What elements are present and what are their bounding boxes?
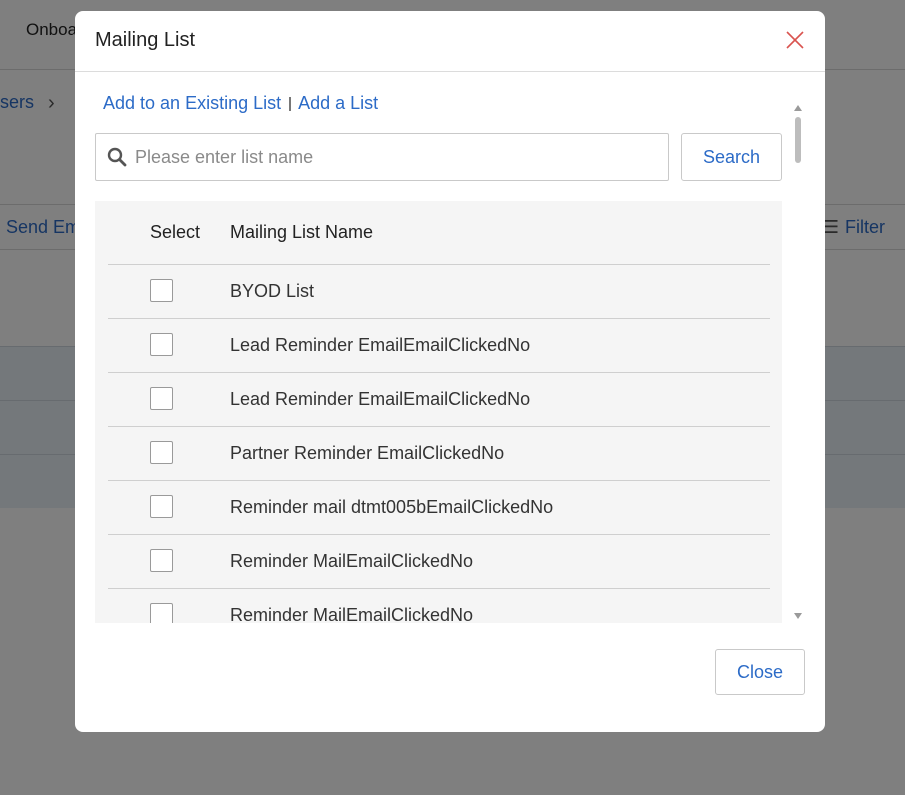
row-select-checkbox[interactable] bbox=[150, 603, 173, 623]
mailing-list-name: Reminder MailEmailClickedNo bbox=[230, 605, 474, 623]
mailing-list-name: Lead Reminder EmailEmailClickedNo bbox=[230, 389, 531, 409]
close-button[interactable]: Close bbox=[715, 649, 805, 695]
table-body: BYOD List Lead Reminder EmailEmailClicked… bbox=[108, 265, 770, 623]
row-select-checkbox[interactable] bbox=[150, 279, 173, 302]
mailing-list-name: Reminder MailEmailClickedNo bbox=[230, 551, 474, 571]
dialog-title: Mailing List bbox=[95, 29, 196, 51]
table-header: Select Mailing List Name bbox=[108, 201, 770, 265]
row-select-checkbox[interactable] bbox=[150, 549, 173, 572]
dialog-body: Add to an Existing List Add a List Searc… bbox=[75, 73, 825, 623]
row-select-checkbox[interactable] bbox=[150, 333, 173, 356]
mailing-list-name: Partner Reminder EmailClickedNo bbox=[230, 443, 505, 463]
close-icon[interactable] bbox=[783, 28, 807, 52]
row-select-checkbox[interactable] bbox=[150, 387, 173, 410]
mailing-list-name: Lead Reminder EmailEmailClickedNo bbox=[230, 335, 531, 355]
search-box bbox=[95, 133, 669, 181]
table-row: Lead Reminder EmailEmailClickedNo bbox=[108, 319, 770, 373]
list-tabs: Add to an Existing List Add a List bbox=[103, 93, 378, 114]
scroll-up-arrow-icon[interactable] bbox=[794, 105, 802, 111]
table-row: Reminder mail dtmt005bEmailClickedNo bbox=[108, 481, 770, 535]
column-header-name: Mailing List Name bbox=[230, 222, 374, 242]
table-row: Reminder MailEmailClickedNo bbox=[108, 535, 770, 589]
tab-divider bbox=[289, 96, 292, 111]
mailing-list-dialog: Mailing List Add to an Existing List Add… bbox=[75, 11, 825, 732]
tab-add-existing-list[interactable]: Add to an Existing List bbox=[103, 93, 281, 114]
scroll-down-arrow-icon[interactable] bbox=[794, 613, 802, 619]
column-header-select: Select bbox=[150, 222, 201, 242]
scrollbar[interactable] bbox=[791, 105, 805, 623]
dialog-header: Mailing List bbox=[75, 11, 825, 72]
row-select-checkbox[interactable] bbox=[150, 495, 173, 518]
mailing-list-name: Reminder mail dtmt005bEmailClickedNo bbox=[230, 497, 554, 517]
row-select-checkbox[interactable] bbox=[150, 441, 173, 464]
scroll-thumb[interactable] bbox=[795, 117, 801, 163]
search-input[interactable] bbox=[135, 146, 635, 168]
search-button[interactable]: Search bbox=[681, 133, 782, 181]
mailing-list-table: Select Mailing List Name BYOD List Lead R… bbox=[95, 201, 782, 623]
table-row: Partner Reminder EmailClickedNo bbox=[108, 427, 770, 481]
table-row: BYOD List bbox=[108, 265, 770, 319]
tab-add-list[interactable]: Add a List bbox=[298, 93, 378, 114]
mailing-list-name: BYOD List bbox=[230, 281, 315, 301]
table-row: Reminder MailEmailClickedNo bbox=[108, 589, 770, 623]
search-icon bbox=[107, 147, 127, 167]
table-row: Lead Reminder EmailEmailClickedNo bbox=[108, 373, 770, 427]
